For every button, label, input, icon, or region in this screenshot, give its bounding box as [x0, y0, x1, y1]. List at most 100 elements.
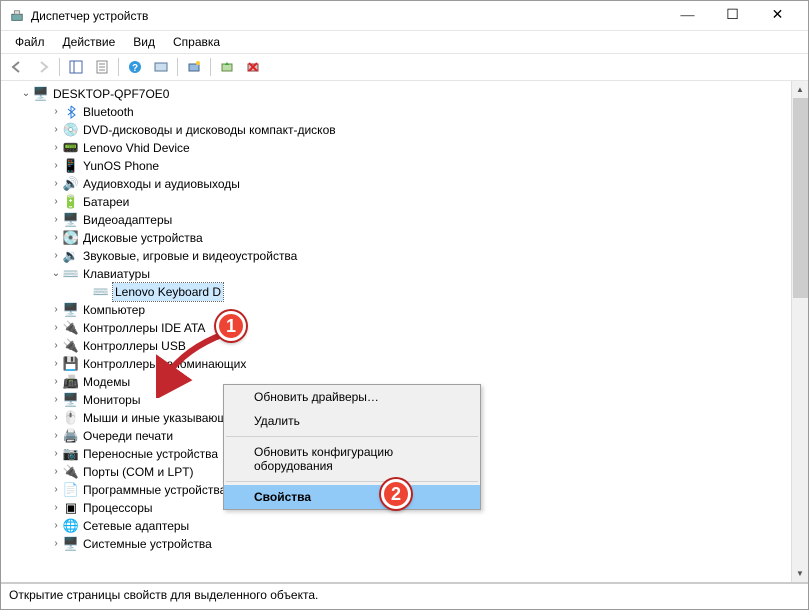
display-adapter-icon: 🖥️	[63, 212, 79, 228]
node-label: Аудиовходы и аудиовыходы	[83, 175, 240, 193]
toolbar-separator	[118, 58, 119, 76]
category-node[interactable]: ›🔉Звуковые, игровые и видеоустройства	[5, 247, 808, 265]
node-label: DVD-дисководы и дисководы компакт-дисков	[83, 121, 336, 139]
category-node[interactable]: ›Bluetooth	[5, 103, 808, 121]
expand-icon[interactable]: ›	[49, 355, 63, 373]
expand-icon[interactable]: ›	[49, 517, 63, 535]
device-manager-icon	[9, 8, 25, 24]
root-node[interactable]: ⌄🖥️DESKTOP-QPF7OE0	[5, 85, 808, 103]
maximize-button[interactable]: ☐	[710, 1, 755, 31]
storage-icon: 💾	[63, 356, 79, 372]
expand-icon[interactable]: ›	[49, 103, 63, 121]
ctx-separator	[226, 481, 478, 482]
svg-text:?: ?	[132, 63, 138, 74]
expand-icon[interactable]: ›	[49, 139, 63, 157]
category-node[interactable]: ›💾Контроллеры запоминающих	[5, 355, 808, 373]
category-node[interactable]: ›💿DVD-дисководы и дисководы компакт-диск…	[5, 121, 808, 139]
expand-icon[interactable]: ›	[49, 499, 63, 517]
expand-icon[interactable]: ›	[49, 427, 63, 445]
category-node-keyboards[interactable]: ⌄⌨️Клавиатуры	[5, 265, 808, 283]
scroll-down-icon[interactable]: ▼	[792, 565, 808, 582]
vertical-scrollbar[interactable]: ▲ ▼	[791, 81, 808, 582]
device-node-lenovo-keyboard[interactable]: ⌨️Lenovo Keyboard D	[5, 283, 808, 301]
node-label: Контроллеры запоминающих	[83, 355, 246, 373]
ide-icon: 🔌	[63, 320, 79, 336]
expand-icon[interactable]: ›	[49, 301, 63, 319]
node-label: Lenovo Vhid Device	[83, 139, 190, 157]
toolbar-separator	[177, 58, 178, 76]
ctx-update-drivers[interactable]: Обновить драйверы…	[224, 385, 480, 409]
phone-icon: 📱	[63, 158, 79, 174]
node-label: Очереди печати	[83, 427, 173, 445]
category-node[interactable]: ›🔊Аудиовходы и аудиовыходы	[5, 175, 808, 193]
close-button[interactable]: ✕	[755, 1, 800, 31]
system-icon: 🖥️	[63, 536, 79, 552]
bluetooth-icon	[63, 104, 79, 120]
node-label: Батареи	[83, 193, 129, 211]
scan-hardware-button[interactable]	[182, 56, 206, 78]
node-label: Контроллеры IDE ATA	[83, 319, 205, 337]
node-label: Программные устройства	[83, 481, 226, 499]
scroll-up-icon[interactable]: ▲	[792, 81, 808, 98]
node-label: Мониторы	[83, 391, 140, 409]
expand-icon[interactable]: ›	[49, 157, 63, 175]
expand-icon[interactable]: ›	[49, 211, 63, 229]
expand-icon[interactable]: ›	[49, 193, 63, 211]
category-node[interactable]: ›📟Lenovo Vhid Device	[5, 139, 808, 157]
expand-icon[interactable]: ›	[49, 445, 63, 463]
node-label: Контроллеры USB	[83, 337, 186, 355]
help-button[interactable]: ?	[123, 56, 147, 78]
node-label: Клавиатуры	[83, 265, 150, 283]
toolbar-button[interactable]	[149, 56, 173, 78]
category-node[interactable]: ›🔌Контроллеры USB	[5, 337, 808, 355]
menu-file[interactable]: Файл	[7, 33, 53, 51]
expand-icon[interactable]: ›	[49, 463, 63, 481]
expand-icon[interactable]: ›	[49, 409, 63, 427]
expand-icon[interactable]: ›	[49, 337, 63, 355]
node-label: Сетевые адаптеры	[83, 517, 189, 535]
expand-icon[interactable]: ›	[49, 319, 63, 337]
modem-icon: 📠	[63, 374, 79, 390]
forward-button[interactable]	[31, 56, 55, 78]
show-hide-tree-button[interactable]	[64, 56, 88, 78]
node-label: Переносные устройства	[83, 445, 218, 463]
expand-icon[interactable]: ›	[49, 481, 63, 499]
menu-action[interactable]: Действие	[55, 33, 124, 51]
ctx-properties[interactable]: Свойства	[224, 485, 480, 509]
device-icon: 📟	[63, 140, 79, 156]
category-node[interactable]: ›🌐Сетевые адаптеры	[5, 517, 808, 535]
scroll-thumb[interactable]	[793, 98, 808, 298]
properties-button[interactable]	[90, 56, 114, 78]
category-node[interactable]: ›🖥️Видеоадаптеры	[5, 211, 808, 229]
expand-icon[interactable]: ›	[49, 373, 63, 391]
annotation-badge-1: 1	[216, 311, 246, 341]
menu-view[interactable]: Вид	[125, 33, 163, 51]
menubar: Файл Действие Вид Справка	[1, 31, 808, 53]
audio-icon: 🔊	[63, 176, 79, 192]
expand-icon[interactable]: ›	[49, 175, 63, 193]
category-node[interactable]: ›🔌Контроллеры IDE ATA	[5, 319, 808, 337]
ctx-delete[interactable]: Удалить	[224, 409, 480, 433]
ctx-scan-hardware[interactable]: Обновить конфигурацию оборудования	[224, 440, 480, 478]
usb-icon: 🔌	[63, 338, 79, 354]
expand-icon[interactable]: ›	[49, 229, 63, 247]
menu-help[interactable]: Справка	[165, 33, 228, 51]
collapse-icon[interactable]: ⌄	[19, 85, 33, 103]
category-node[interactable]: ›🖥️Компьютер	[5, 301, 808, 319]
uninstall-button[interactable]	[241, 56, 265, 78]
category-node[interactable]: ›📱YunOS Phone	[5, 157, 808, 175]
expand-icon[interactable]: ›	[49, 535, 63, 553]
collapse-icon[interactable]: ⌄	[49, 265, 63, 283]
update-driver-button[interactable]	[215, 56, 239, 78]
minimize-button[interactable]: —	[665, 1, 710, 31]
node-label: Системные устройства	[83, 535, 212, 553]
category-node[interactable]: ›🔋Батареи	[5, 193, 808, 211]
expand-icon[interactable]: ›	[49, 247, 63, 265]
node-label: Lenovo Keyboard D	[113, 283, 223, 301]
category-node[interactable]: ›🖥️Системные устройства	[5, 535, 808, 553]
expand-icon[interactable]: ›	[49, 391, 63, 409]
category-node[interactable]: ›💽Дисковые устройства	[5, 229, 808, 247]
expand-icon[interactable]: ›	[49, 121, 63, 139]
back-button[interactable]	[5, 56, 29, 78]
monitor-icon: 🖥️	[63, 392, 79, 408]
